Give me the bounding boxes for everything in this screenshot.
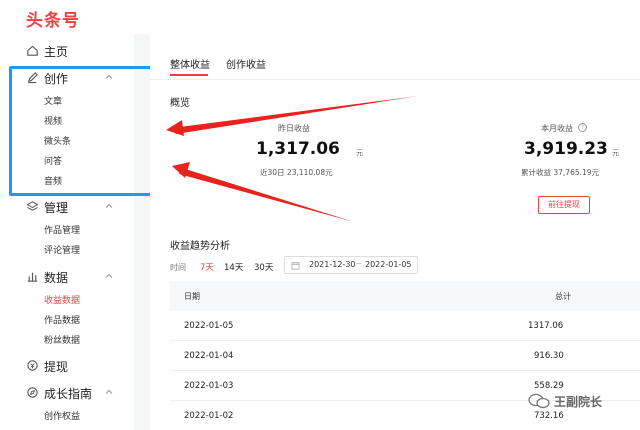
wechat-icon: [528, 393, 550, 409]
yesterday-revenue-label: 昨日收益: [278, 124, 310, 133]
sidebar: 主页 创作 文章 视频 微头条 问答 音频 管理 作品管理 评论管理 数据 收益…: [0, 34, 134, 430]
column-header-total: 总计: [555, 292, 571, 301]
filter-30-days[interactable]: 30天: [254, 261, 273, 273]
date-separator: ~: [356, 260, 362, 268]
month-revenue-value: 3,919.23: [524, 139, 608, 159]
last-30-days-revenue: 近30日 23,110.08元: [260, 168, 333, 177]
cell-total: 732.16: [534, 411, 564, 421]
logo[interactable]: 头条号: [26, 6, 80, 31]
sidebar-item-qa[interactable]: 问答: [44, 154, 62, 167]
sidebar-item-works-manage[interactable]: 作品管理: [44, 223, 80, 236]
cell-date: 2022-01-02: [184, 411, 234, 421]
watermark-text: 王副院长: [554, 394, 603, 409]
cell-total: 558.29: [534, 381, 564, 391]
month-revenue-unit: 元: [612, 149, 619, 157]
sidebar-item-label: 提现: [44, 360, 69, 374]
top-bar: 头条号: [0, 0, 640, 34]
cell-date: 2022-01-05: [184, 321, 234, 331]
calendar-icon: [291, 261, 300, 270]
table-row: 2022-01-04 916.30: [170, 341, 640, 371]
total-revenue: 累计收益 37,765.19元: [521, 168, 600, 177]
watermark: 王副院长: [528, 392, 602, 410]
sidebar-item-video[interactable]: 视频: [44, 114, 62, 127]
home-icon: [27, 45, 38, 56]
trend-analysis-title: 收益趋势分析: [170, 241, 230, 252]
bar-chart-icon: [27, 272, 38, 282]
sidebar-item-home[interactable]: 主页: [0, 40, 134, 62]
table-row: 2022-01-05 1317.06: [170, 311, 640, 341]
tab-divider: [150, 79, 640, 80]
filter-7-days[interactable]: 7天: [200, 261, 214, 273]
sidebar-group-create[interactable]: 创作: [0, 67, 134, 89]
chevron-up-icon[interactable]: [104, 387, 114, 397]
overview-title: 概览: [170, 98, 190, 109]
tab-creation-revenue[interactable]: 创作收益: [226, 56, 266, 71]
date-range-picker[interactable]: 2021-12-30 ~ 2022-01-05: [284, 256, 418, 274]
sidebar-group-data[interactable]: 数据: [0, 266, 134, 288]
chevron-up-icon[interactable]: [104, 271, 114, 281]
date-start: 2021-12-30: [309, 260, 356, 269]
sidebar-item-weitoutiao[interactable]: 微头条: [44, 134, 71, 147]
sidebar-group-manage[interactable]: 管理: [0, 196, 134, 218]
coin-icon: [27, 360, 38, 371]
layers-icon: [26, 201, 39, 211]
tab-overall-revenue[interactable]: 整体收益: [170, 56, 210, 71]
date-end: 2022-01-05: [365, 260, 412, 269]
sidebar-item-comments-manage[interactable]: 评论管理: [44, 243, 80, 256]
sidebar-item-works-data[interactable]: 作品数据: [44, 313, 80, 326]
sidebar-item-audio[interactable]: 音频: [44, 174, 62, 187]
table-header: 日期 总计: [170, 281, 640, 311]
filter-14-days[interactable]: 14天: [224, 261, 243, 273]
main-content: 整体收益 创作收益 概览 昨日收益 1,317.06 元 近30日 23,110…: [150, 34, 640, 430]
sidebar-item-fans-data[interactable]: 粉丝数据: [44, 333, 80, 346]
sidebar-item-label: 主页: [44, 45, 69, 59]
yesterday-revenue-unit: 元: [356, 149, 363, 157]
cell-total: 916.30: [534, 351, 564, 361]
sidebar-group-growth[interactable]: 成长指南: [0, 382, 134, 404]
sidebar-item-article[interactable]: 文章: [44, 94, 62, 107]
sidebar-group-label: 管理: [44, 201, 69, 215]
sidebar-item-withdraw[interactable]: 提现: [0, 355, 134, 377]
sidebar-group-label: 成长指南: [44, 387, 93, 401]
column-header-date: 日期: [184, 292, 200, 301]
sidebar-group-label: 数据: [44, 271, 69, 285]
withdraw-button[interactable]: 前往提现: [538, 196, 590, 214]
active-tab-indicator: [170, 74, 208, 76]
cell-date: 2022-01-03: [184, 381, 234, 391]
chevron-up-icon[interactable]: [104, 201, 114, 211]
sidebar-item-revenue-data[interactable]: 收益数据: [44, 293, 80, 306]
cell-total: 1317.06: [528, 321, 564, 331]
compass-icon: [27, 387, 38, 398]
chevron-up-icon[interactable]: [104, 72, 114, 82]
sidebar-group-label: 创作: [44, 72, 69, 86]
month-revenue-label: 本月收益: [541, 124, 573, 133]
time-filter-label: 时间: [170, 263, 186, 272]
cell-date: 2022-01-04: [184, 351, 234, 361]
yesterday-revenue-value: 1,317.06: [256, 139, 340, 159]
sidebar-item-creator-rights[interactable]: 创作权益: [44, 409, 80, 422]
pen-icon: [27, 72, 38, 84]
help-icon[interactable]: ?: [578, 123, 587, 132]
